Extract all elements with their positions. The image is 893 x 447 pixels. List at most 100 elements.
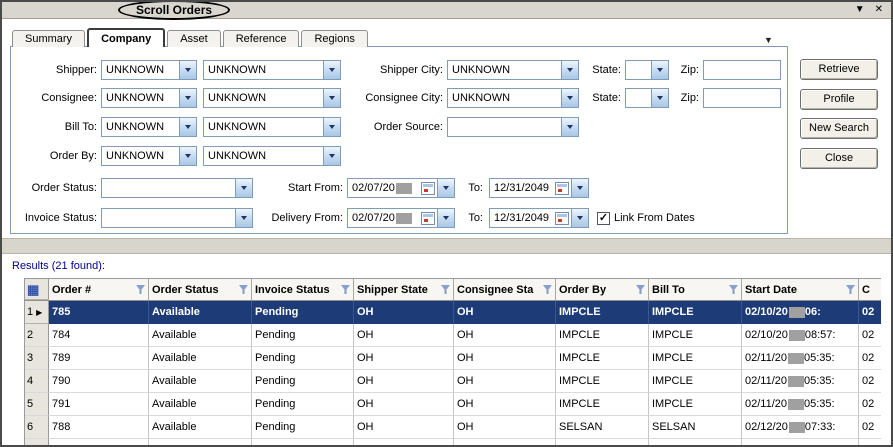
cell-order-status: Available [149,393,252,416]
consignee-name-select[interactable]: UNKNOWN [203,88,341,108]
start-from-date[interactable]: 02/07/20 [347,178,455,198]
window-menu-arrow-icon[interactable]: ▼ [855,3,865,17]
calendar-icon[interactable] [421,212,435,225]
dropdown-arrow-icon[interactable] [323,118,340,136]
column-header-clipped[interactable]: C [859,279,881,300]
dropdown-arrow-icon[interactable] [179,89,196,107]
invoice-status-select[interactable] [101,208,253,228]
filter-funnel-icon[interactable] [441,285,450,294]
table-row[interactable]: 7787AvailablePendingOHOHSELSANSELSAN02/1… [25,439,881,447]
consignee-state-label: State: [587,88,621,108]
shipper-code-select[interactable]: UNKNOWN [101,60,197,80]
table-row[interactable]: 5791AvailablePendingOHOHIMPCLEIMPCLE02/1… [25,393,881,416]
table-row[interactable]: 1▶785AvailablePendingOHOHIMPCLEIMPCLE02/… [25,301,881,324]
dropdown-arrow-icon[interactable] [571,179,588,197]
row-number-cell[interactable]: 7 [25,439,49,447]
column-header-shipper-state[interactable]: Shipper State [354,279,454,300]
cell-invoice-status: Pending [252,393,354,416]
dropdown-arrow-icon[interactable] [179,118,196,136]
column-header-invoice-status[interactable]: Invoice Status [252,279,354,300]
tab-asset[interactable]: Asset [167,30,221,47]
order-source-select[interactable] [447,117,579,137]
grid-header-row: ▦ Order # Order Status Invoice Status Sh… [25,279,881,301]
tab-reference[interactable]: Reference [223,30,300,47]
bill-to-code-select[interactable]: UNKNOWN [101,117,197,137]
dropdown-arrow-icon[interactable] [323,89,340,107]
dropdown-arrow-icon[interactable] [561,89,578,107]
table-row[interactable]: 3789AvailablePendingOHOHIMPCLEIMPCLE02/1… [25,347,881,370]
cell-order-status: Available [149,439,252,447]
order-by-code-select[interactable]: UNKNOWN [101,146,197,166]
dropdown-arrow-icon[interactable] [437,179,454,197]
filter-funnel-icon[interactable] [636,285,645,294]
table-row[interactable]: 6788AvailablePendingOHOHSELSANSELSAN02/1… [25,416,881,439]
column-header-bill-to[interactable]: Bill To [649,279,742,300]
filter-funnel-icon[interactable] [341,285,350,294]
filter-funnel-icon[interactable] [729,285,738,294]
calendar-icon[interactable] [421,182,435,195]
dropdown-arrow-icon[interactable] [651,89,668,107]
consignee-zip-input[interactable] [703,88,781,108]
start-to-date[interactable]: 12/31/2049 [489,178,589,198]
column-header-start-date[interactable]: Start Date [742,279,859,300]
dropdown-arrow-icon[interactable] [651,61,668,79]
shipper-zip-input[interactable] [703,60,781,80]
column-header-order-by[interactable]: Order By [556,279,649,300]
dropdown-arrow-icon[interactable] [561,61,578,79]
tab-overflow-arrow-icon[interactable]: ▼ [764,35,773,45]
bill-to-name-select[interactable]: UNKNOWN [203,117,341,137]
dropdown-arrow-icon[interactable] [235,179,252,197]
shipper-city-select[interactable]: UNKNOWN [447,60,579,80]
redacted-block [396,213,412,224]
row-number-cell[interactable]: 6 [25,416,49,439]
delivery-from-date[interactable]: 02/07/20 [347,208,455,228]
cell-start-date: 02/10/20 06: [742,301,859,324]
close-button[interactable]: Close [800,148,878,169]
table-row[interactable]: 2784AvailablePendingOHOHIMPCLEIMPCLE02/1… [25,324,881,347]
column-header-order-status[interactable]: Order Status [149,279,252,300]
column-header-order-number[interactable]: Order # [49,279,149,300]
tab-regions[interactable]: Regions [301,30,367,47]
consignee-state-select[interactable] [625,88,669,108]
dropdown-arrow-icon[interactable] [179,147,196,165]
dropdown-arrow-icon[interactable] [571,209,588,227]
filter-funnel-icon[interactable] [846,285,855,294]
profile-button[interactable]: Profile [800,89,878,110]
window-close-icon[interactable]: ✕ [875,3,883,17]
tab-summary[interactable]: Summary [12,30,85,47]
calendar-icon[interactable] [555,182,569,195]
calendar-icon[interactable] [555,212,569,225]
filter-funnel-icon[interactable] [136,285,145,294]
column-header-consignee-state[interactable]: Consignee Sta [454,279,556,300]
filter-funnel-icon[interactable] [543,285,552,294]
filter-funnel-icon[interactable] [239,285,248,294]
dropdown-arrow-icon[interactable] [437,209,454,227]
row-number-cell[interactable]: 5 [25,393,49,416]
order-status-select[interactable] [101,178,253,198]
consignee-code-select[interactable]: UNKNOWN [101,88,197,108]
new-search-button[interactable]: New Search [800,118,878,139]
dropdown-arrow-icon[interactable] [323,147,340,165]
cell-shipper-state: OH [354,393,454,416]
shipper-state-select[interactable] [625,60,669,80]
row-number-cell[interactable]: 4 [25,370,49,393]
consignee-city-select[interactable]: UNKNOWN [447,88,579,108]
delivery-to-date[interactable]: 12/31/2049 [489,208,589,228]
order-by-name-select[interactable]: UNKNOWN [203,146,341,166]
cell-start-date: 02/11/20 05:35: [742,347,859,370]
grid-corner-cell[interactable]: ▦ [25,279,49,300]
window-controls: ▼ ✕ [855,3,883,17]
table-row[interactable]: 4790AvailablePendingOHOHIMPCLEIMPCLE02/1… [25,370,881,393]
retrieve-button[interactable]: Retrieve [800,59,878,80]
row-number-cell[interactable]: 2 [25,324,49,347]
row-number-cell[interactable]: 1▶ [25,301,49,324]
row-number-cell[interactable]: 3 [25,347,49,370]
dropdown-arrow-icon[interactable] [323,61,340,79]
shipper-name-select[interactable]: UNKNOWN [203,60,341,80]
redacted-block [788,399,804,410]
link-from-dates-checkbox[interactable]: ✓ Link From Dates [597,208,695,228]
dropdown-arrow-icon[interactable] [179,61,196,79]
tab-company[interactable]: Company [87,28,165,47]
cell-clipped: 02 [859,416,881,439]
dropdown-arrow-icon[interactable] [561,118,578,136]
